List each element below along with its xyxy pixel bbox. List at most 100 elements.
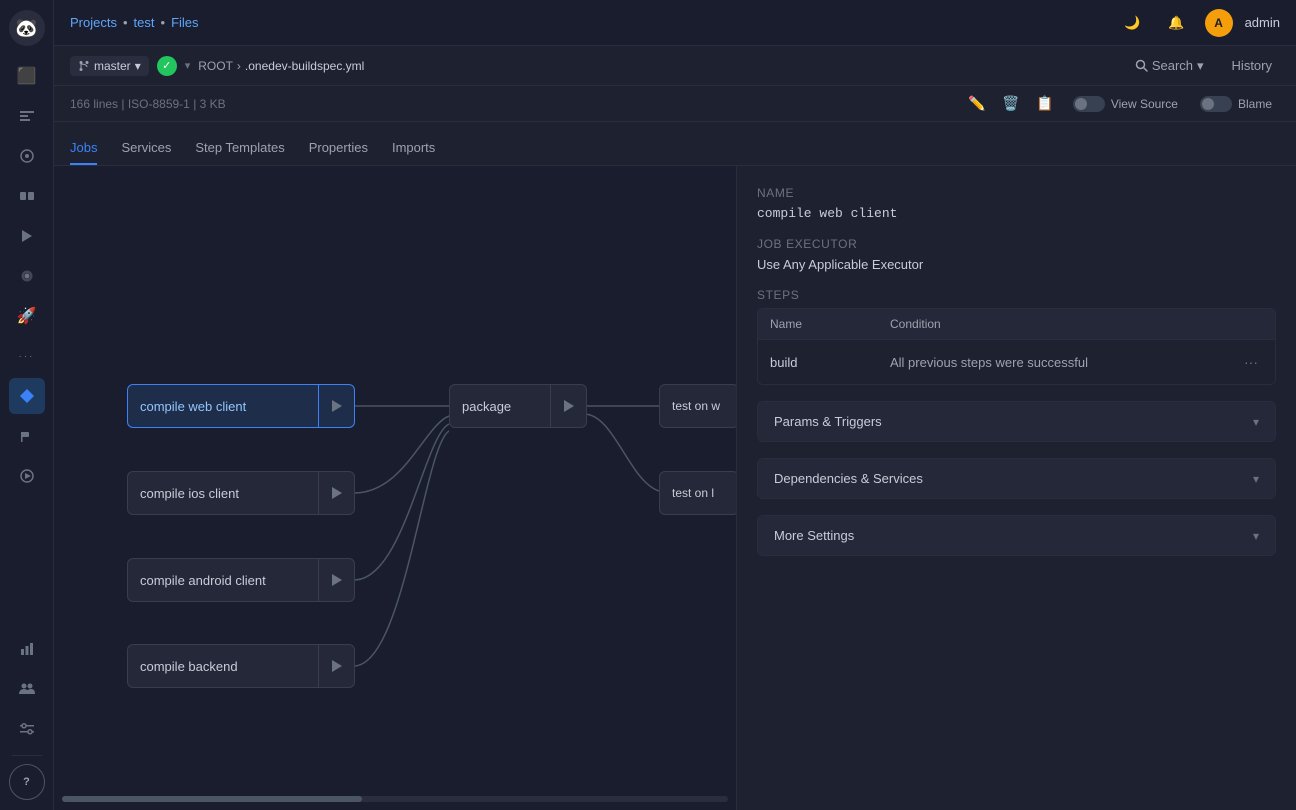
status-checkmark: ✓ xyxy=(162,59,171,72)
copy-btn[interactable]: 📋 xyxy=(1031,90,1059,118)
moon-icon: 🌙 xyxy=(1124,15,1140,31)
sidebar-item-group[interactable] xyxy=(9,671,45,707)
username: admin xyxy=(1245,15,1280,30)
sidebar-item-help[interactable]: ? xyxy=(9,764,45,800)
job-node-compile-android-client[interactable]: compile android client xyxy=(127,558,355,602)
branch-name: master xyxy=(94,59,131,73)
job-run-package[interactable] xyxy=(550,384,586,428)
job-node-package[interactable]: package xyxy=(449,384,587,428)
sidebar: 🐼 ⬛ 🚀 ··· ? xyxy=(0,0,54,810)
job-run-compile-backend[interactable] xyxy=(318,644,354,688)
more-settings-label: More Settings xyxy=(774,528,854,543)
split-view: compile web client compile ios client co… xyxy=(54,166,1296,810)
job-node-test-on-l[interactable]: test on l xyxy=(659,471,736,515)
branch-selector[interactable]: master ▾ xyxy=(70,56,149,76)
params-triggers-header[interactable]: Params & Triggers ▾ xyxy=(758,402,1275,441)
job-label-compile-ios-client: compile ios client xyxy=(128,486,318,501)
sidebar-item-flag[interactable] xyxy=(9,418,45,454)
job-canvas[interactable]: compile web client compile ios client co… xyxy=(54,166,736,810)
info-bar: 166 lines | ISO-8859-1 | 3 KB ✏️ 🗑️ 📋 Vi… xyxy=(54,86,1296,122)
run-icon xyxy=(332,574,342,586)
tab-step-templates[interactable]: Step Templates xyxy=(195,130,284,165)
job-label-package: package xyxy=(450,399,550,414)
dependencies-services-accordion: Dependencies & Services ▾ xyxy=(757,458,1276,499)
job-node-compile-web-client[interactable]: compile web client xyxy=(127,384,355,428)
sidebar-item-chart[interactable] xyxy=(9,631,45,667)
history-btn[interactable]: History xyxy=(1224,54,1280,77)
branch-icon xyxy=(78,60,90,72)
sidebar-item-settings[interactable] xyxy=(9,258,45,294)
dependencies-services-chevron: ▾ xyxy=(1253,472,1259,486)
step-more-btn[interactable]: ··· xyxy=(1239,350,1263,374)
sidebar-item-play2[interactable] xyxy=(9,458,45,494)
sidebar-item-issues[interactable] xyxy=(9,138,45,174)
avatar: A xyxy=(1205,9,1233,37)
file-actions: ✏️ 🗑️ 📋 View Source Blame xyxy=(963,90,1280,118)
job-run-compile-web-client[interactable] xyxy=(318,384,354,428)
blame-toggle: Blame xyxy=(1192,96,1280,112)
sidebar-item-panel[interactable]: ⬛ xyxy=(9,58,45,94)
tab-services[interactable]: Services xyxy=(121,130,171,165)
sidebar-item-deploy[interactable] xyxy=(9,218,45,254)
panel-executor-value: Use Any Applicable Executor xyxy=(757,257,1276,272)
path-filename: .onedev-buildspec.yml xyxy=(245,59,364,73)
theme-toggle[interactable]: 🌙 xyxy=(1116,11,1148,35)
tabs-bar: Jobs Services Step Templates Properties … xyxy=(54,122,1296,166)
more-settings-header[interactable]: More Settings ▾ xyxy=(758,516,1275,555)
job-label-test-on-l: test on l xyxy=(660,486,736,500)
run-icon xyxy=(332,487,342,499)
path-root[interactable]: ROOT xyxy=(198,59,233,73)
tab-jobs[interactable]: Jobs xyxy=(70,130,97,165)
tab-imports[interactable]: Imports xyxy=(392,130,435,165)
panel-name-label: Name xyxy=(757,186,1276,200)
app-logo[interactable]: 🐼 xyxy=(9,10,45,46)
sidebar-item-rocket[interactable]: 🚀 xyxy=(9,298,45,334)
breadcrumb-test[interactable]: test xyxy=(134,15,155,30)
view-source-label: View Source xyxy=(1111,97,1178,111)
dependencies-services-header[interactable]: Dependencies & Services ▾ xyxy=(758,459,1275,498)
blame-label: Blame xyxy=(1238,97,1272,111)
main-content: Projects • test • Files 🌙 🔔 A admin mast… xyxy=(54,0,1296,810)
col-condition: Condition xyxy=(890,317,1263,331)
sidebar-item-builds[interactable] xyxy=(9,178,45,214)
delete-btn[interactable]: 🗑️ xyxy=(997,90,1025,118)
search-chevron: ▾ xyxy=(1197,58,1204,74)
job-node-compile-ios-client[interactable]: compile ios client xyxy=(127,471,355,515)
sidebar-item-diamond[interactable] xyxy=(9,378,45,414)
sidebar-item-code[interactable] xyxy=(9,98,45,134)
build-status[interactable]: ✓ xyxy=(157,56,177,76)
breadcrumb-projects[interactable]: Projects xyxy=(70,15,117,30)
path-arrow: › xyxy=(237,59,241,73)
blame-switch[interactable] xyxy=(1200,96,1232,112)
file-bar: master ▾ ✓ ▾ ROOT › .onedev-buildspec.ym… xyxy=(54,46,1296,86)
tab-properties[interactable]: Properties xyxy=(309,130,368,165)
params-triggers-label: Params & Triggers xyxy=(774,414,882,429)
panel-steps-label: Steps xyxy=(757,288,1276,302)
bell-icon: 🔔 xyxy=(1168,15,1184,31)
right-panel: Name compile web client Job Executor Use… xyxy=(736,166,1296,810)
step-name-build: build xyxy=(770,355,890,370)
params-triggers-accordion: Params & Triggers ▾ xyxy=(757,401,1276,442)
col-name: Name xyxy=(770,317,890,331)
search-btn[interactable]: Search ▾ xyxy=(1127,54,1212,78)
steps-row-build[interactable]: build All previous steps were successful… xyxy=(758,340,1275,384)
breadcrumb-sep2: • xyxy=(161,15,166,30)
dependencies-services-label: Dependencies & Services xyxy=(774,471,923,486)
content-area: Jobs Services Step Templates Properties … xyxy=(54,122,1296,810)
job-node-compile-backend[interactable]: compile backend xyxy=(127,644,355,688)
job-label-compile-android-client: compile android client xyxy=(128,573,318,588)
more-settings-accordion: More Settings ▾ xyxy=(757,515,1276,556)
edit-btn[interactable]: ✏️ xyxy=(963,90,991,118)
job-run-compile-android-client[interactable] xyxy=(318,558,354,602)
notifications-btn[interactable]: 🔔 xyxy=(1160,11,1192,35)
job-node-test-on-w[interactable]: test on w xyxy=(659,384,736,428)
breadcrumb-files[interactable]: Files xyxy=(171,15,198,30)
view-source-switch[interactable] xyxy=(1073,96,1105,112)
job-run-compile-ios-client[interactable] xyxy=(318,471,354,515)
sidebar-item-sliders[interactable] xyxy=(9,711,45,747)
steps-table: Name Condition build All previous steps … xyxy=(757,308,1276,385)
canvas-scrollbar[interactable] xyxy=(62,796,728,802)
run-icon xyxy=(332,400,342,412)
status-chevron: ▾ xyxy=(185,59,191,72)
sidebar-item-dots[interactable]: ··· xyxy=(9,338,45,374)
